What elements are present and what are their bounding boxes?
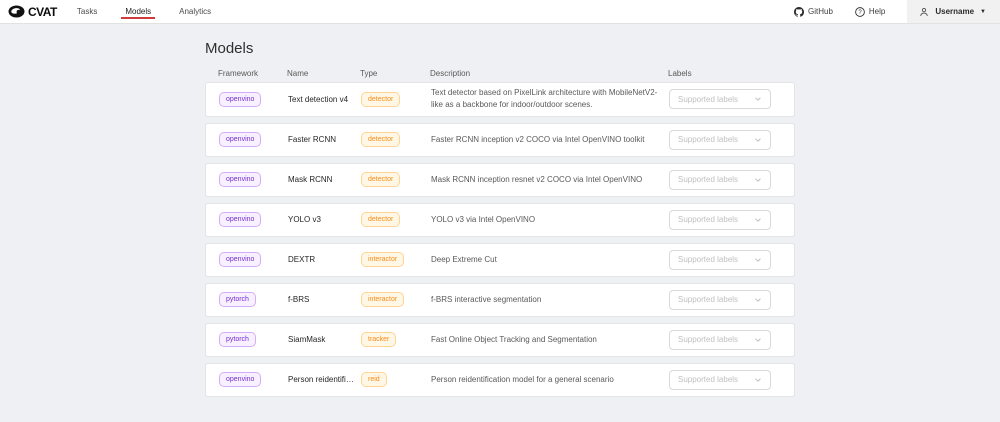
model-row: openvino Person reidentificati... reid P… — [205, 363, 795, 397]
model-name: Person reidentificati... — [288, 375, 358, 384]
model-row: openvino YOLO v3 detector YOLO v3 via In… — [205, 203, 795, 237]
model-name: YOLO v3 — [288, 215, 358, 224]
model-description: Deep Extreme Cut — [431, 254, 669, 266]
model-description: Person reidentification model for a gene… — [431, 374, 669, 386]
type-tag: detector — [361, 132, 400, 147]
supported-labels-select[interactable]: Supported labels — [669, 370, 771, 390]
model-name: Faster RCNN — [288, 135, 358, 144]
supported-labels-select[interactable]: Supported labels — [669, 130, 771, 150]
model-row: openvino Text detection v4 detector Text… — [205, 82, 795, 117]
type-tag: detector — [361, 172, 400, 187]
column-header-type: Type — [360, 69, 430, 78]
type-tag: tracker — [361, 332, 396, 347]
framework-tag: openvino — [219, 212, 261, 227]
chevron-down-icon — [754, 95, 762, 103]
framework-tag: openvino — [219, 252, 261, 267]
models-list: openvino Text detection v4 detector Text… — [205, 82, 795, 397]
type-tag: interactor — [361, 252, 404, 267]
help-icon: ? — [855, 7, 865, 17]
cvat-logo[interactable]: CVAT — [8, 5, 57, 19]
column-header-labels: Labels — [668, 69, 795, 78]
supported-labels-select[interactable]: Supported labels — [669, 170, 771, 190]
chevron-down-icon — [754, 136, 762, 144]
model-name: Text detection v4 — [288, 95, 358, 104]
cvat-eye-icon — [8, 5, 25, 18]
model-description: YOLO v3 via Intel OpenVINO — [431, 214, 669, 226]
framework-tag: openvino — [219, 132, 261, 147]
supported-labels-select[interactable]: Supported labels — [669, 89, 771, 109]
column-header-name: Name — [287, 69, 360, 78]
model-row: openvino DEXTR interactor Deep Extreme C… — [205, 243, 795, 277]
help-link[interactable]: ? Help — [855, 7, 885, 17]
chevron-down-icon — [754, 216, 762, 224]
model-name: f-BRS — [288, 295, 358, 304]
svg-text:?: ? — [858, 10, 862, 16]
supported-labels-placeholder: Supported labels — [678, 295, 738, 304]
supported-labels-placeholder: Supported labels — [678, 175, 738, 184]
supported-labels-placeholder: Supported labels — [678, 255, 738, 264]
supported-labels-placeholder: Supported labels — [678, 135, 738, 144]
username-label: Username — [935, 7, 974, 16]
model-description: Text detector based on PixelLink archite… — [431, 87, 669, 112]
user-icon — [919, 7, 929, 17]
model-description: f-BRS interactive segmentation — [431, 294, 669, 306]
help-label: Help — [869, 7, 885, 16]
model-row: pytorch f-BRS interactor f-BRS interacti… — [205, 283, 795, 317]
supported-labels-select[interactable]: Supported labels — [669, 210, 771, 230]
model-row: openvino Mask RCNN detector Mask RCNN in… — [205, 163, 795, 197]
model-name: SiamMask — [288, 335, 358, 344]
nav-tab-analytics[interactable]: Analytics — [177, 0, 213, 23]
supported-labels-placeholder: Supported labels — [678, 95, 738, 104]
chevron-down-icon — [754, 376, 762, 384]
supported-labels-placeholder: Supported labels — [678, 375, 738, 384]
chevron-down-icon — [754, 296, 762, 304]
framework-tag: openvino — [219, 372, 261, 387]
chevron-down-icon — [754, 336, 762, 344]
nav-tab-tasks[interactable]: Tasks — [75, 0, 99, 23]
top-navbar: CVAT Tasks Models Analytics GitHub ? Help — [0, 0, 1000, 24]
supported-labels-select[interactable]: Supported labels — [669, 290, 771, 310]
supported-labels-select[interactable]: Supported labels — [669, 330, 771, 350]
model-row: pytorch SiamMask tracker Fast Online Obj… — [205, 323, 795, 357]
page-title: Models — [205, 40, 795, 57]
type-tag: interactor — [361, 292, 404, 307]
logo-text: CVAT — [28, 5, 57, 19]
model-description: Faster RCNN inception v2 COCO via Intel … — [431, 134, 669, 146]
supported-labels-select[interactable]: Supported labels — [669, 250, 771, 270]
model-row: openvino Faster RCNN detector Faster RCN… — [205, 123, 795, 157]
table-header: Framework Name Type Description Labels — [205, 64, 795, 82]
model-description: Fast Online Object Tracking and Segmenta… — [431, 334, 669, 346]
framework-tag: pytorch — [219, 332, 256, 347]
model-name: DEXTR — [288, 255, 358, 264]
type-tag: detector — [361, 212, 400, 227]
type-tag: reid — [361, 372, 387, 387]
column-header-framework: Framework — [218, 69, 287, 78]
github-link[interactable]: GitHub — [794, 7, 833, 17]
supported-labels-placeholder: Supported labels — [678, 335, 738, 344]
model-description: Mask RCNN inception resnet v2 COCO via I… — [431, 174, 669, 186]
framework-tag: pytorch — [219, 292, 256, 307]
framework-tag: openvino — [219, 172, 261, 187]
chevron-down-icon — [754, 176, 762, 184]
model-name: Mask RCNN — [288, 175, 358, 184]
nav-tab-models[interactable]: Models — [123, 0, 153, 23]
framework-tag: openvino — [219, 92, 261, 107]
chevron-down-icon — [754, 256, 762, 264]
github-label: GitHub — [808, 7, 833, 16]
chevron-down-icon: ▼ — [980, 9, 986, 15]
github-icon — [794, 7, 804, 17]
supported-labels-placeholder: Supported labels — [678, 215, 738, 224]
user-menu[interactable]: Username ▼ — [907, 0, 1000, 23]
main-nav: Tasks Models Analytics — [75, 0, 213, 23]
type-tag: detector — [361, 92, 400, 107]
column-header-description: Description — [430, 69, 668, 78]
